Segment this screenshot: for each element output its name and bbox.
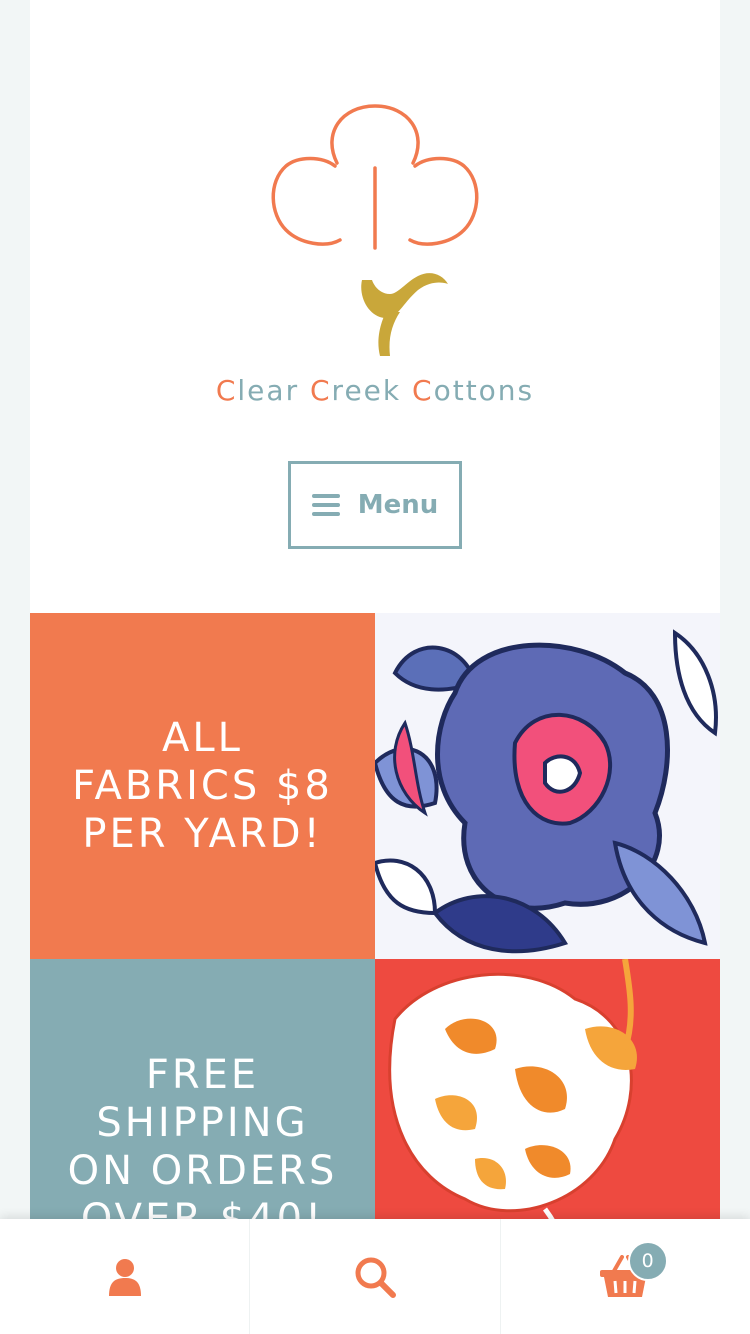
- menu-button[interactable]: Menu: [288, 461, 462, 549]
- promo-line: FABRICS $8: [72, 763, 333, 809]
- promo-text: ALL FABRICS $8 PER YARD!: [72, 714, 333, 858]
- page: Clear Creek Cottons Menu ALL FABRICS $8 …: [30, 0, 720, 1334]
- promo-line: FREE: [145, 1052, 260, 1098]
- search-button[interactable]: [250, 1219, 501, 1334]
- bottom-nav-bar: 0: [0, 1219, 750, 1334]
- site-header: Clear Creek Cottons Menu: [30, 0, 720, 613]
- promo-line: ALL: [162, 715, 243, 761]
- brand-rest-1: lear: [237, 374, 310, 407]
- brand-initial-3: C: [412, 374, 434, 407]
- brand-wordmark: Clear Creek Cottons: [30, 374, 720, 407]
- hamburger-icon: [311, 494, 340, 516]
- menu-label: Menu: [357, 490, 439, 520]
- search-icon: [355, 1257, 396, 1298]
- user-icon: [108, 1258, 141, 1296]
- promo-line: ON ORDERS: [67, 1148, 338, 1194]
- promo-tile-pricing[interactable]: ALL FABRICS $8 PER YARD!: [30, 613, 375, 959]
- promo-line: PER YARD!: [82, 811, 323, 857]
- brand-initial-1: C: [215, 374, 238, 407]
- brand-rest-2: reek: [331, 374, 413, 407]
- blue-floral-fabric: [375, 613, 720, 959]
- brand-rest-3: ottons: [433, 374, 535, 407]
- brand-initial-2: C: [309, 374, 332, 407]
- cotton-boll-logo: [271, 104, 479, 356]
- promo-text: FREE SHIPPING ON ORDERS OVER $40!: [68, 1051, 338, 1243]
- cart-count-badge: 0: [627, 1241, 668, 1281]
- account-button[interactable]: [0, 1219, 251, 1334]
- promo-line: SHIPPING: [96, 1100, 309, 1146]
- cart-button[interactable]: 0: [501, 1219, 750, 1334]
- fabric-image-blue-floral[interactable]: [375, 613, 720, 959]
